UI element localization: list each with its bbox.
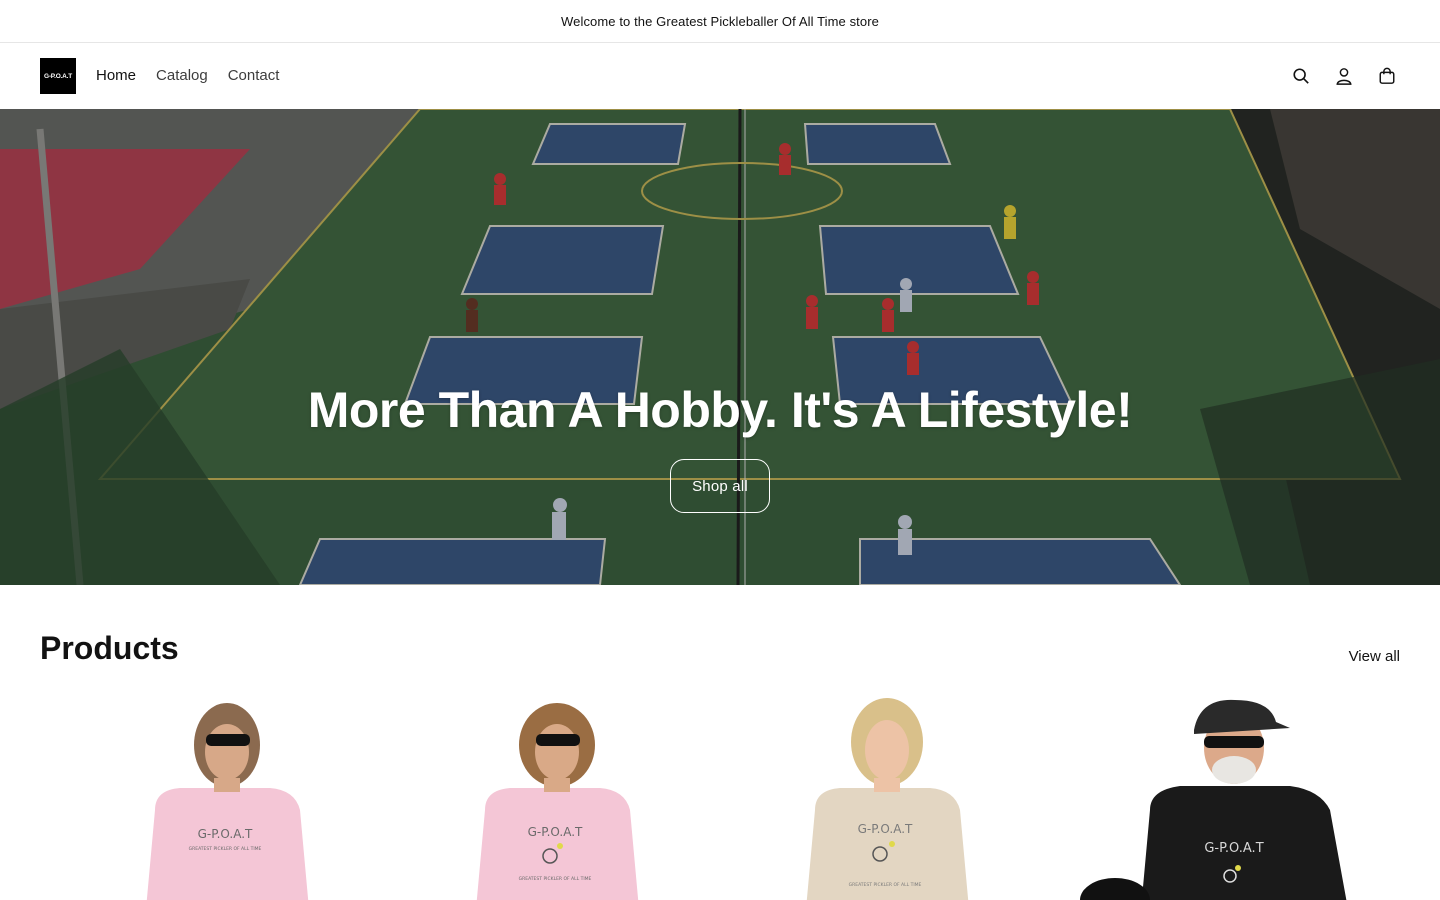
product-image: G-P.O.A.T GREATEST PICKLER OF ALL TIME xyxy=(476,703,639,900)
search-button[interactable] xyxy=(1279,55,1322,98)
nav-item-contact[interactable]: Contact xyxy=(218,43,290,109)
cart-button[interactable] xyxy=(1365,55,1408,98)
shirt-sub-text: GREATEST PICKLER OF ALL TIME xyxy=(849,882,922,888)
cart-icon xyxy=(1379,67,1394,84)
view-all-link[interactable]: View all xyxy=(1349,648,1400,665)
account-button[interactable] xyxy=(1322,55,1365,98)
shirt-print-text: G-P.O.A.T xyxy=(528,825,583,839)
nav-item-catalog[interactable]: Catalog xyxy=(146,43,218,109)
store-logo[interactable]: G-P.O.A.T xyxy=(40,58,76,94)
product-card[interactable]: G-P.O.A.T GREATEST PICKLER OF ALL TIME xyxy=(720,690,1050,900)
product-image: G-P.O.A.T xyxy=(1080,699,1347,900)
search-icon xyxy=(1292,68,1309,84)
hero-banner: More Than A Hobby. It's A Lifestyle! Sho… xyxy=(0,109,1440,585)
product-card[interactable]: G-P.O.A.T xyxy=(1070,690,1400,900)
announcement-bar: Welcome to the Greatest Pickleballer Of … xyxy=(0,0,1440,43)
shirt-print-text: G-P.O.A.T xyxy=(858,822,913,836)
shirt-sub-text: GREATEST PICKLER OF ALL TIME xyxy=(519,876,592,882)
header-icons xyxy=(1279,43,1408,109)
shirt-print-text: G-P.O.A.T xyxy=(198,827,253,841)
account-icon xyxy=(1335,68,1352,85)
products-heading: Products xyxy=(40,630,179,666)
nav-item-home[interactable]: Home xyxy=(86,43,146,109)
main-nav: Home Catalog Contact xyxy=(86,43,289,109)
site-header: G-P.O.A.T Home Catalog Contact xyxy=(0,43,1440,109)
hero-title: More Than A Hobby. It's A Lifestyle! xyxy=(307,382,1133,438)
hero-overlay xyxy=(0,109,1440,585)
shirt-sub-text: GREATEST PICKLER OF ALL TIME xyxy=(189,846,262,852)
product-card[interactable]: G-P.O.A.T GREATEST PICKLER OF ALL TIME xyxy=(390,690,720,900)
shop-all-button[interactable]: Shop all xyxy=(670,459,770,513)
logo-text: G-P.O.A.T xyxy=(43,72,73,80)
product-image: G-P.O.A.T GREATEST PICKLER OF ALL TIME xyxy=(806,698,969,900)
announcement-text: Welcome to the Greatest Pickleballer Of … xyxy=(560,13,879,29)
shirt-print-text: G-P.O.A.T xyxy=(1204,841,1263,856)
product-card[interactable]: G-P.O.A.T GREATEST PICKLER OF ALL TIME xyxy=(60,690,390,900)
product-image: G-P.O.A.T GREATEST PICKLER OF ALL TIME xyxy=(146,703,309,900)
